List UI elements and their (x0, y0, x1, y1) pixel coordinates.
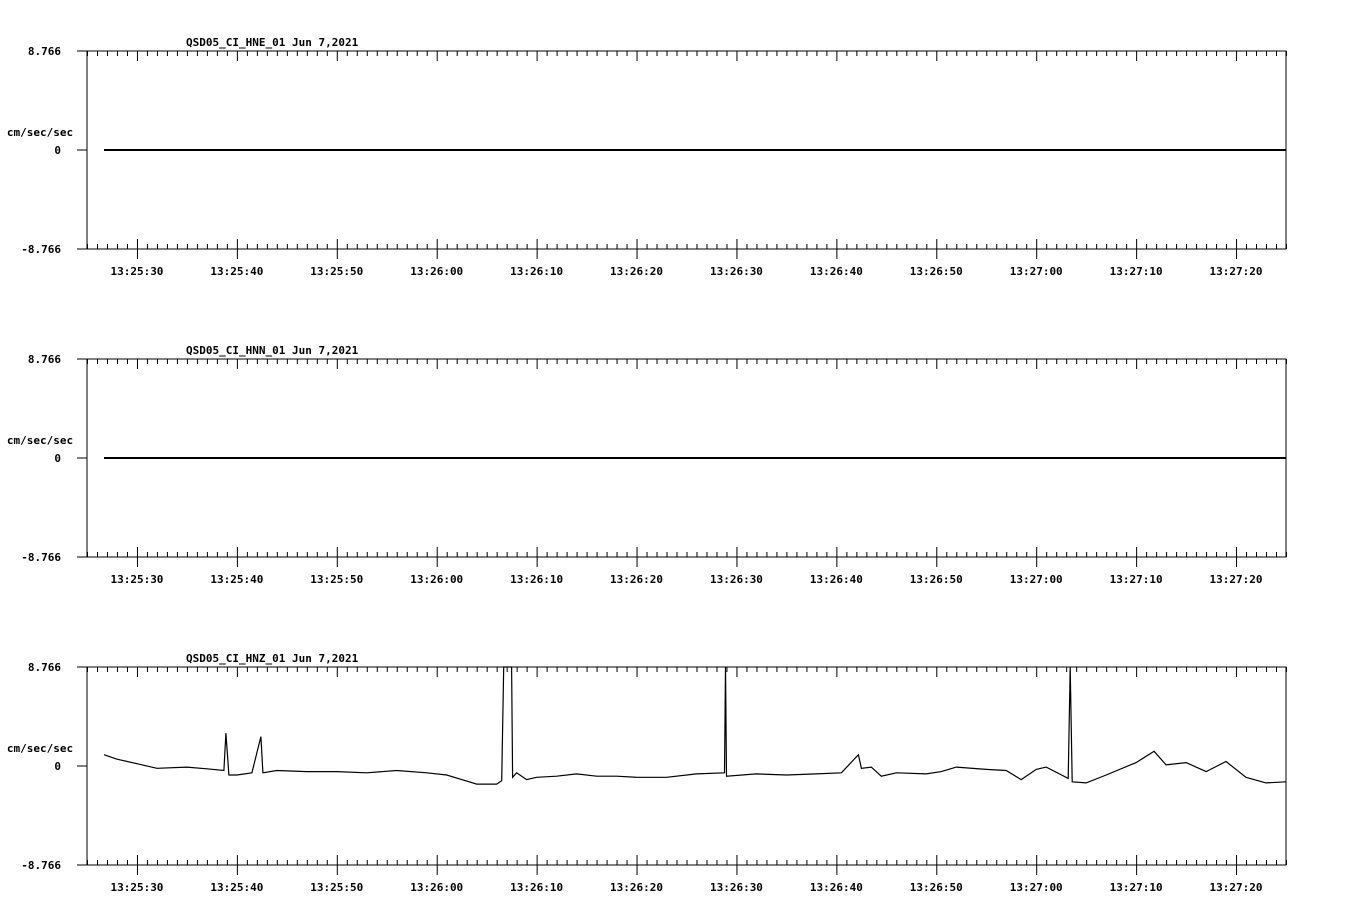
x-tick-label: 13:26:20 (610, 573, 663, 586)
x-tick-label: 13:27:00 (1010, 573, 1063, 586)
x-tick-label: 13:27:00 (1010, 881, 1063, 894)
x-tick-label: 13:27:10 (1110, 573, 1163, 586)
panel-1: 13:25:30 13:25:40 13:25:50 13:26:00 13:26:10… (7, 36, 1287, 278)
x-tick-label: 13:25:30 (110, 265, 163, 278)
x-tick-label: 13:26:00 (410, 265, 463, 278)
x-tick-label: 13:25:30 (110, 573, 163, 586)
x-tick-label: 13:26:10 (510, 881, 563, 894)
y-axis-label: cm/sec/sec (7, 126, 73, 139)
chart-title: QSD05_CI_HNZ_01 Jun 7,2021 (186, 652, 359, 665)
x-tick-label: 13:26:50 (910, 881, 963, 894)
x-tick-label: 13:25:50 (310, 265, 363, 278)
y-tick-label: -8.766 (21, 243, 61, 256)
x-tick-label: 13:26:30 (710, 881, 763, 894)
y-tick-label: 0 (54, 760, 61, 773)
x-tick-label: 13:27:10 (1110, 881, 1163, 894)
x-tick-label: 13:26:10 (510, 265, 563, 278)
x-tick-label: 13:26:20 (610, 265, 663, 278)
x-tick-label: 13:25:50 (310, 881, 363, 894)
panel-3: 13:25:30 13:25:40 13:25:50 13:26:00 13:26:10… (7, 652, 1287, 894)
x-tick-label: 13:26:40 (810, 573, 863, 586)
x-tick-label: 13:27:20 (1210, 573, 1263, 586)
x-tick-label: 13:27:20 (1210, 881, 1263, 894)
x-tick-label: 13:26:50 (910, 573, 963, 586)
x-tick-label: 13:27:20 (1210, 265, 1263, 278)
x-tick-label: 13:27:10 (1110, 265, 1163, 278)
x-tick-label: 13:25:40 (210, 265, 263, 278)
x-tick-label: 13:26:20 (610, 881, 663, 894)
x-ticks (87, 667, 1287, 865)
x-tick-label: 13:25:40 (210, 881, 263, 894)
x-tick-label: 13:26:50 (910, 265, 963, 278)
x-tick-label: 13:26:10 (510, 573, 563, 586)
y-tick-label: 0 (54, 452, 61, 465)
x-tick-label: 13:26:00 (410, 573, 463, 586)
x-tick-label: 13:27:00 (1010, 265, 1063, 278)
x-tick-label: 13:25:40 (210, 573, 263, 586)
chart-title: QSD05_CI_HNE_01 Jun 7,2021 (186, 36, 359, 49)
y-tick-label: -8.766 (21, 551, 61, 564)
seismogram-figure: 13:25:30 13:25:40 13:25:50 13:26:00 13:26:10… (7, 36, 1287, 894)
x-tick-label: 13:26:30 (710, 265, 763, 278)
plot-frame (86, 666, 1287, 866)
x-tick-label: 13:26:30 (710, 573, 763, 586)
series-line-1 (103, 666, 1287, 785)
x-tick-label: 13:26:00 (410, 881, 463, 894)
x-tick-label: 13:26:40 (810, 881, 863, 894)
y-tick-label: 8.766 (28, 353, 61, 366)
x-tick-label: 13:26:40 (810, 265, 863, 278)
chart-title: QSD05_CI_HNN_01 Jun 7,2021 (186, 344, 359, 357)
x-tick-label: 13:25:30 (110, 881, 163, 894)
x-tick-label: 13:25:50 (310, 573, 363, 586)
y-tick-label: -8.766 (21, 859, 61, 872)
panel-2: 13:25:30 13:25:40 13:25:50 13:26:00 13:26:10… (7, 344, 1287, 586)
y-axis-label: cm/sec/sec (7, 434, 73, 447)
y-tick-label: 8.766 (28, 661, 61, 674)
y-axis-label: cm/sec/sec (7, 742, 73, 755)
y-tick-label: 8.766 (28, 45, 61, 58)
y-tick-label: 0 (54, 144, 61, 157)
